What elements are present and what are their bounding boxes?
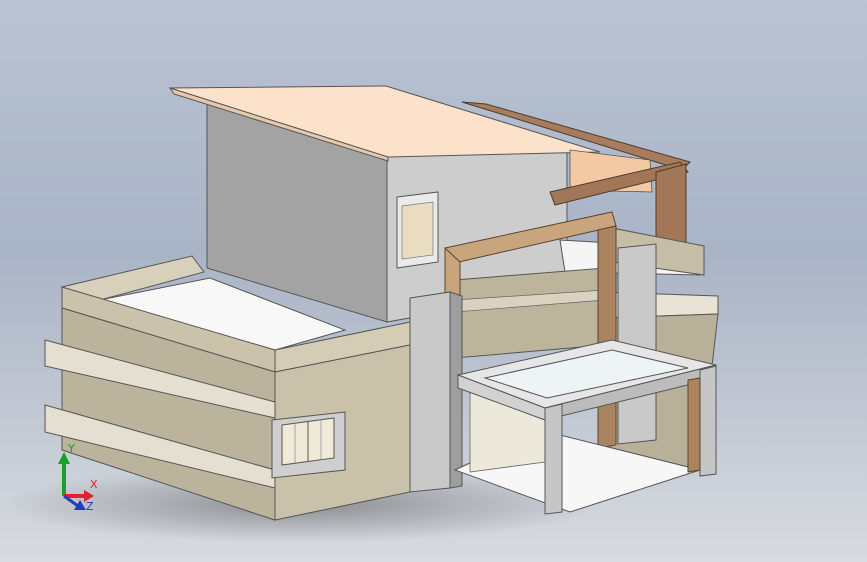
stair-column-front [409, 291, 451, 493]
central-wall [454, 267, 606, 359]
canopy-post-right [699, 365, 717, 477]
canopy-post-brown [687, 377, 701, 473]
stair-column-side [449, 291, 463, 489]
upper-window-glass [401, 201, 434, 260]
canopy-post-front [544, 403, 563, 515]
z-axis-label: Z [86, 500, 94, 512]
house-model[interactable] [0, 0, 867, 562]
x-axis-label: X [90, 478, 98, 491]
y-axis-label: Y [67, 442, 75, 455]
graphics-viewport[interactable]: Y X Z [0, 0, 867, 562]
portal-frame-right-leg [597, 225, 617, 449]
coordinate-triad[interactable]: Y X Z [48, 440, 108, 513]
